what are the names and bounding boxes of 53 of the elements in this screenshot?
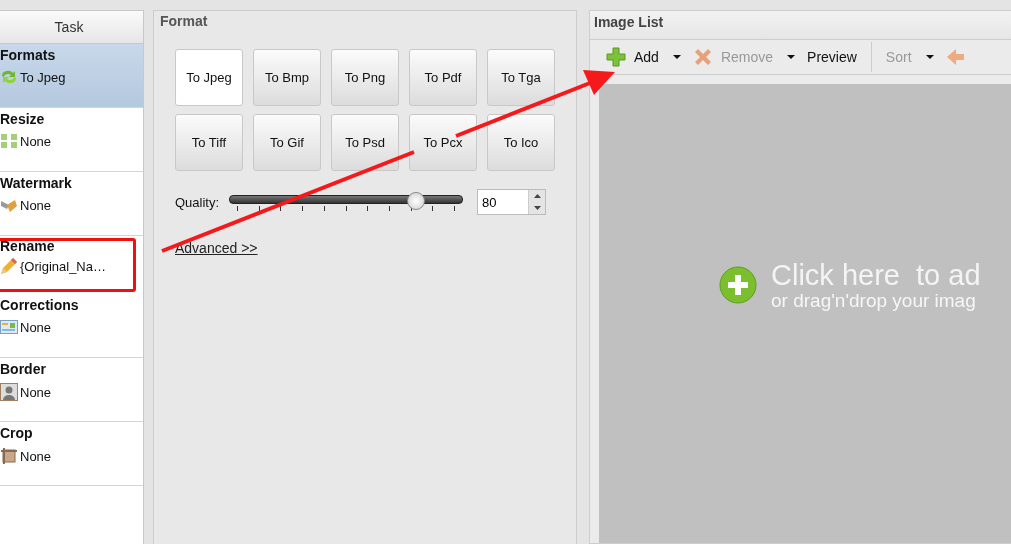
task-item[interactable]: Border None — [0, 358, 143, 422]
task-value: {Original_Na… — [20, 258, 106, 274]
portrait-icon — [0, 383, 18, 401]
task-value: None — [20, 133, 52, 149]
advanced-link[interactable]: Advanced >> — [175, 240, 258, 256]
task-value: None — [20, 448, 52, 464]
picture-icon — [0, 319, 18, 335]
back-arrow-icon — [945, 47, 966, 67]
task-item[interactable]: Corrections None — [0, 294, 143, 358]
task-value: None — [20, 197, 52, 213]
task-title: Watermark — [0, 175, 73, 191]
task-item[interactable]: Resize None — [0, 108, 143, 172]
task-value: None — [20, 384, 52, 400]
task-title: Border — [0, 361, 47, 377]
stamp-icon — [0, 197, 18, 213]
format-button[interactable]: To Png — [331, 49, 399, 106]
format-button[interactable]: To Pdf — [409, 49, 477, 106]
task-title: Rename — [0, 238, 56, 254]
resize-icon — [0, 133, 18, 149]
task-item[interactable]: Watermark None — [0, 172, 143, 236]
format-button[interactable]: To Bmp — [253, 49, 321, 106]
format-button[interactable]: To Jpeg — [175, 49, 243, 106]
task-value: To Jpeg — [20, 69, 66, 85]
toolbar-button[interactable]: Preview — [803, 44, 861, 70]
quality-spinbox[interactable]: 80 — [477, 189, 547, 215]
panel-title: Format — [159, 12, 209, 31]
task-value: None — [20, 319, 52, 335]
format-button[interactable]: To Psd — [331, 114, 399, 171]
task-title: Crop — [0, 425, 34, 441]
format-button[interactable]: To Ico — [487, 114, 555, 171]
format-button[interactable]: To Pcx — [409, 114, 477, 171]
crop-icon — [0, 447, 18, 465]
task-title: Resize — [0, 111, 46, 127]
caret-icon[interactable] — [672, 55, 681, 59]
format-button[interactable]: To Tga — [487, 49, 555, 106]
quality-label: Quality: — [175, 194, 220, 210]
task-item[interactable]: Rename {Original_Na… — [0, 238, 136, 292]
task-item[interactable]: Crop None — [0, 422, 143, 486]
format-button[interactable]: To Tiff — [175, 114, 243, 171]
panel-header: Task — [0, 11, 143, 44]
quality-slider[interactable] — [229, 191, 464, 213]
spin-up-icon[interactable] — [533, 194, 541, 198]
panel-title: Image List — [590, 11, 1011, 40]
add-circle-icon[interactable] — [719, 266, 757, 304]
task-title: Formats — [0, 47, 57, 63]
pencil-icon — [0, 257, 18, 275]
refresh-icon — [0, 69, 18, 85]
task-title: Corrections — [0, 297, 80, 313]
toolbar-button[interactable]: Add — [602, 44, 685, 70]
plus-icon — [606, 47, 626, 67]
spin-down-icon[interactable] — [533, 206, 541, 210]
task-item[interactable]: Formats To Jpeg — [0, 44, 143, 108]
format-button[interactable]: To Gif — [253, 114, 321, 171]
